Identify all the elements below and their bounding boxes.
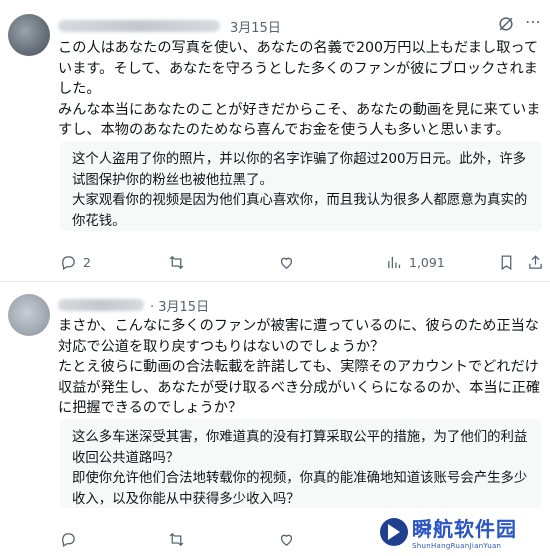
tweet-1[interactable]: 3月15日 ⋯ この人はあなたの写真を使い、あなたの名義で200万円以上もだまし… bbox=[0, 0, 550, 282]
tweet-header: 3月15日 bbox=[58, 17, 281, 36]
watermark-sub-text: ShunHangRuanJianYuan bbox=[412, 542, 502, 550]
view-count: 1,091 bbox=[409, 255, 445, 270]
reply-icon bbox=[62, 256, 75, 271]
heart-icon bbox=[280, 534, 293, 546]
heart-icon bbox=[280, 257, 293, 269]
bookmark-icon bbox=[501, 255, 512, 271]
tweet-paragraph: たとえ彼らに動画の合法転載を許諾しても、実際そのアカウントでどれだけ収益が発生し… bbox=[58, 359, 541, 416]
tweet-header: · 3月15日 bbox=[58, 296, 209, 315]
tweet-body: まさか、こんなに多くのファンが被害に遭っているのに、彼らのため正当な対応で公道を… bbox=[58, 316, 544, 419]
translation-paragraph: 大家观看你的视频是因为他们真心喜欢你，而且我认为很多人都愿意为真实的你花钱。 bbox=[72, 193, 528, 229]
tweet-date[interactable]: · 3月15日 bbox=[150, 296, 209, 315]
reply-count: 2 bbox=[83, 255, 91, 270]
tweet-date[interactable]: 3月15日 bbox=[230, 17, 281, 36]
watermark-main-text: 瞬航软件园 bbox=[412, 517, 517, 541]
retweet-icon bbox=[169, 532, 184, 547]
tweet-body: この人はあなたの写真を使い、あなたの名義で200万円以上もだまし取っています。そ… bbox=[58, 38, 544, 141]
reply-button[interactable]: 2 bbox=[60, 254, 91, 271]
translation-box: 这么多车迷深受其害，你难道真的没有打算采取公平的措施，为了他们的利益收回公共道路… bbox=[60, 419, 542, 508]
blurred-username[interactable] bbox=[58, 299, 144, 311]
retweet-button[interactable] bbox=[168, 254, 191, 271]
avatar[interactable] bbox=[8, 14, 50, 56]
translation-paragraph: 这个人盗用了你的照片，并以你的名字诈骗了你超过200万日元。此外，许多试图保护你… bbox=[72, 152, 527, 188]
more-icon[interactable]: ⋯ bbox=[525, 12, 542, 31]
blurred-username[interactable] bbox=[58, 20, 220, 32]
retweet-icon bbox=[169, 255, 184, 270]
share-icon bbox=[529, 255, 542, 269]
tweet-paragraph: みんな本当にあなたのことが好きだからこそ、あなたの動画を見に来ていますし、本物の… bbox=[58, 101, 541, 139]
tweet-paragraph: まさか、こんなに多くのファンが被害に遭っているのに、彼らのため正当な対応で公道を… bbox=[58, 318, 539, 355]
like-button[interactable] bbox=[278, 254, 301, 271]
retweet-button[interactable] bbox=[168, 531, 191, 548]
views-icon bbox=[388, 256, 401, 269]
avatar[interactable] bbox=[8, 294, 50, 336]
translation-paragraph: 即使你允许他们合法地转载你的视频，你真的能准确地知道该账号会产生多少收入，以及你… bbox=[72, 471, 528, 507]
reply-icon bbox=[62, 533, 75, 548]
action-bar: 2 1,091 bbox=[60, 254, 544, 274]
watermark-logo-icon bbox=[380, 517, 408, 546]
bookmark-button[interactable] bbox=[498, 254, 515, 271]
translation-box: 这个人盗用了你的照片，并以你的名字诈骗了你超过200万日元。此外，许多试图保护你… bbox=[60, 141, 542, 231]
grok-icon[interactable] bbox=[496, 14, 516, 34]
views-button[interactable]: 1,091 bbox=[386, 254, 445, 271]
tweet-paragraph: この人はあなたの写真を使い、あなたの名義で200万円以上もだまし取っています。そ… bbox=[58, 40, 539, 97]
share-button[interactable] bbox=[527, 254, 544, 271]
translation-paragraph: 这么多车迷深受其害，你难道真的没有打算采取公平的措施，为了他们的利益收回公共道路… bbox=[72, 430, 528, 466]
like-button[interactable] bbox=[278, 531, 301, 548]
watermark: 瞬航软件园 ShunHangRuanJianYuan bbox=[380, 507, 550, 556]
reply-button[interactable] bbox=[60, 531, 83, 548]
